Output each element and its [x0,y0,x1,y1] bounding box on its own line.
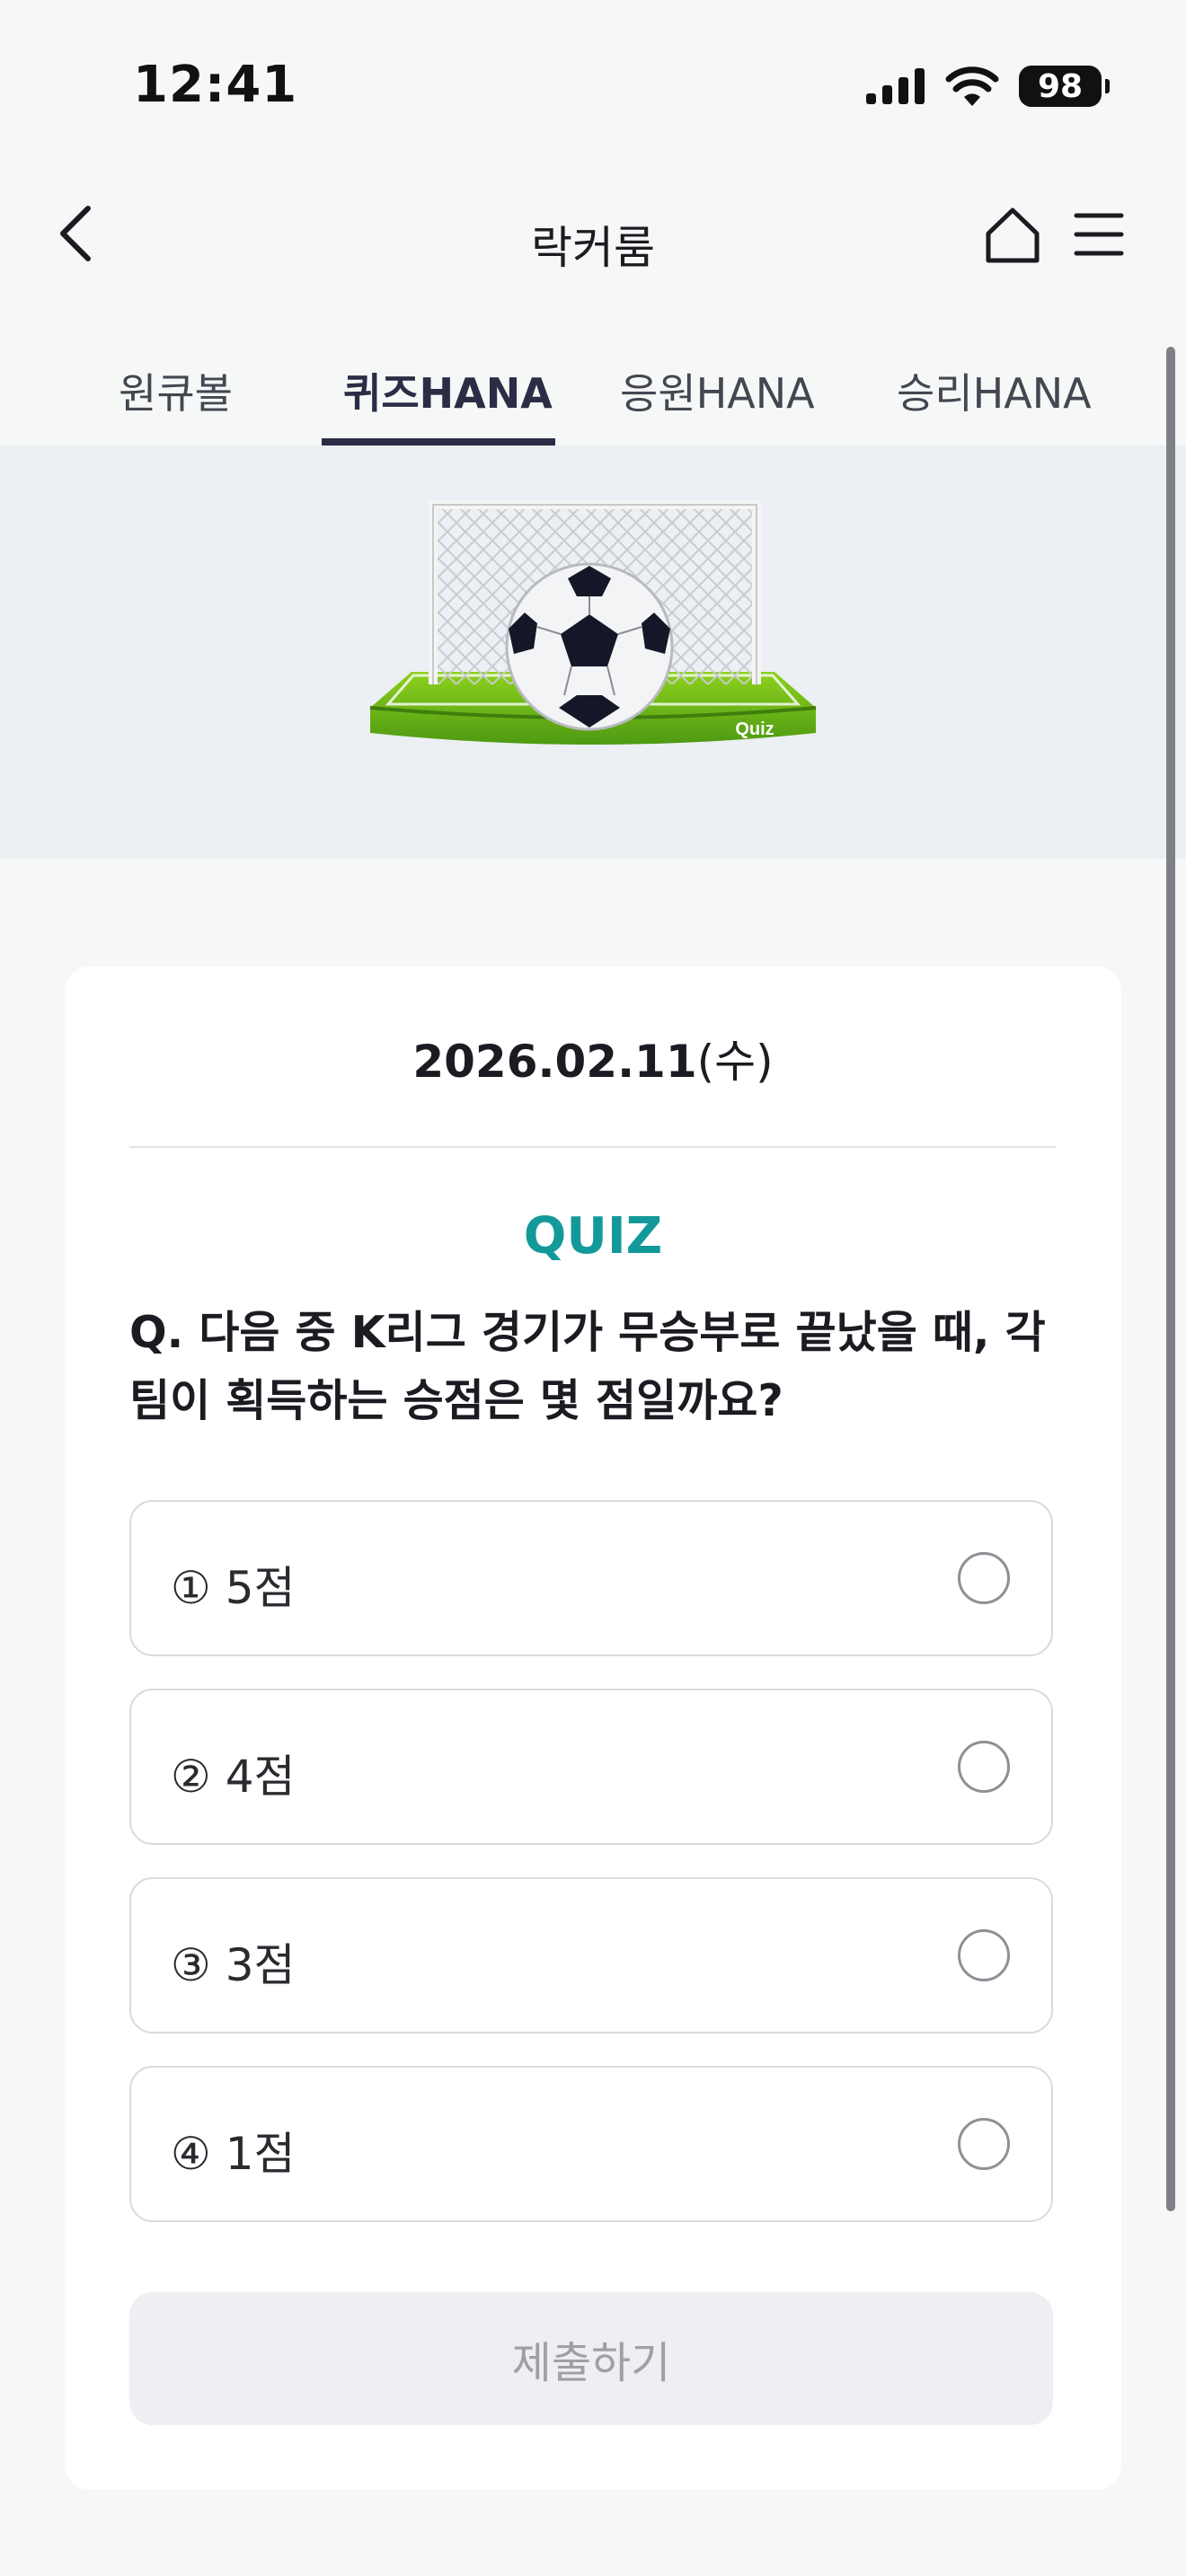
status-icons: 98 [866,65,1110,108]
card-divider [129,1146,1057,1148]
answer-option-label: ② 4점 [171,1751,296,1803]
answer-option-3[interactable]: ③ 3점 [129,1877,1053,2033]
radio-button[interactable] [958,2118,1010,2170]
battery-icon: 98 [1019,66,1110,107]
quiz-question: Q. 다음 중 K리그 경기가 무승부로 끝났을 때, 각 팀이 획득하는 승점… [129,1307,1046,1426]
quiz-day-of-week: (수) [696,1036,774,1088]
radio-button[interactable] [958,1741,1010,1793]
tab-quiz-hana[interactable]: 퀴즈HANA [343,361,553,420]
radio-button[interactable] [958,1552,1010,1604]
answer-option-1[interactable]: ① 5점 [129,1500,1053,1656]
answer-option-2[interactable]: ② 4점 [129,1689,1053,1845]
status-time: 12:41 [133,56,298,114]
quiz-date: 2026.02.11(수) [65,1026,1121,1090]
battery-level: 98 [1037,67,1084,105]
quiz-card: 2026.02.11(수) QUIZ Q. 다음 중 K리그 경기가 무승부로 … [65,966,1121,2490]
menu-button[interactable] [1071,207,1127,262]
answer-option-label: ④ 1점 [171,2128,296,2180]
hamburger-menu-icon [1074,213,1124,256]
tab-bar: 원큐볼 퀴즈HANA 응원HANA 승리HANA [0,311,1186,447]
tab-onecueball[interactable]: 원큐볼 [119,361,233,420]
status-bar: 12:41 98 [0,0,1186,171]
scrollbar[interactable] [1166,347,1175,2211]
cellular-signal-icon [866,68,925,104]
soccer-goal-ball-illustration: Quiz [369,500,817,745]
quiz-section-label: QUIZ [523,1207,663,1266]
wifi-icon [945,66,999,106]
tab-victory-hana[interactable]: 승리HANA [897,361,1092,420]
hero-quiz-badge: Quiz [735,719,774,739]
quiz-date-value: 2026.02.11 [412,1036,697,1088]
submit-button[interactable]: 제출하기 [129,2292,1053,2425]
nav-header: 락커룸 [0,171,1186,311]
tab-cheer-hana[interactable]: 응원HANA [620,361,815,420]
answer-option-4[interactable]: ④ 1점 [129,2066,1053,2222]
home-icon [986,207,1040,263]
radio-button[interactable] [958,1929,1010,1981]
hero-banner: Quiz [0,446,1186,859]
home-button[interactable] [981,203,1044,266]
answer-option-label: ① 5점 [171,1562,296,1614]
answer-option-label: ③ 3점 [171,1939,296,1991]
active-tab-indicator [322,438,555,446]
